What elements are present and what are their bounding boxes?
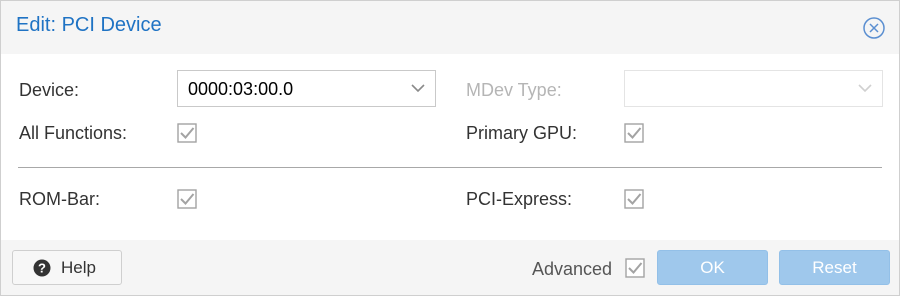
device-select[interactable]: 0000:03:00.0 bbox=[177, 70, 436, 107]
primary-gpu-checkbox[interactable] bbox=[624, 123, 644, 143]
section-separator bbox=[18, 167, 882, 168]
question-circle-icon: ? bbox=[33, 259, 51, 277]
rom-bar-checkbox[interactable] bbox=[177, 189, 197, 209]
help-button-label: Help bbox=[61, 258, 96, 277]
primary-gpu-label: Primary GPU: bbox=[466, 123, 578, 143]
rom-bar-label: ROM-Bar: bbox=[19, 189, 100, 209]
device-value: 0000:03:00.0 bbox=[188, 79, 294, 99]
pci-express-label: PCI-Express: bbox=[466, 189, 573, 209]
edit-pci-device-dialog: Edit: PCI Device Device: 0000:03:00.0 MD… bbox=[0, 0, 900, 296]
svg-text:?: ? bbox=[38, 261, 46, 276]
pci-express-checkbox[interactable] bbox=[624, 189, 644, 209]
advanced-label: Advanced bbox=[532, 259, 613, 279]
dialog-body: Device: 0000:03:00.0 MDev Type: All Func… bbox=[1, 54, 899, 240]
close-icon[interactable] bbox=[862, 16, 886, 40]
help-button[interactable]: ? Help bbox=[12, 250, 122, 285]
reset-button[interactable]: Reset bbox=[779, 250, 890, 285]
dialog-footer: ? Help Advanced OK Reset bbox=[1, 240, 899, 295]
advanced-checkbox[interactable] bbox=[625, 258, 645, 278]
chevron-down-icon bbox=[411, 84, 425, 93]
dialog-title: Edit: PCI Device bbox=[16, 14, 162, 36]
all-functions-label: All Functions: bbox=[19, 123, 128, 143]
all-functions-checkbox[interactable] bbox=[177, 123, 197, 143]
chevron-down-icon bbox=[858, 84, 872, 93]
mdev-type-select[interactable] bbox=[624, 70, 883, 107]
device-label: Device: bbox=[19, 80, 80, 100]
dialog-titlebar: Edit: PCI Device bbox=[1, 1, 899, 54]
ok-button[interactable]: OK bbox=[657, 250, 768, 285]
mdev-type-label: MDev Type: bbox=[466, 80, 562, 100]
